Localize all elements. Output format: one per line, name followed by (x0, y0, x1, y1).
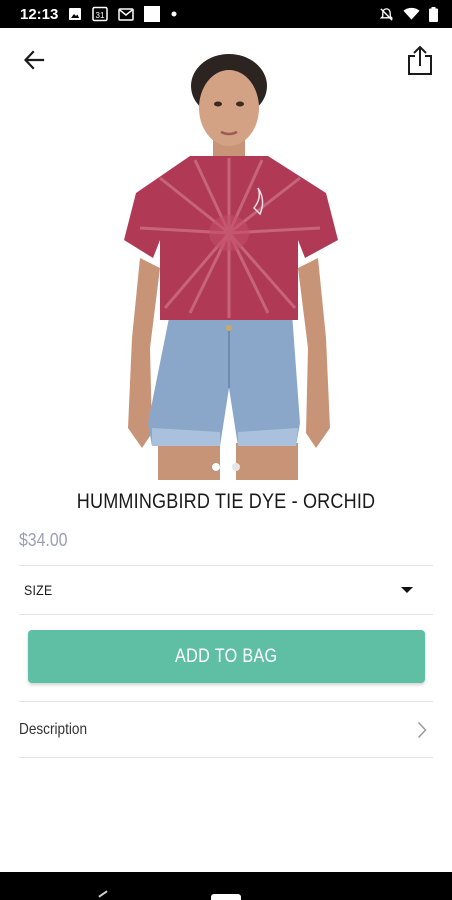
gallery-dot[interactable] (232, 463, 240, 471)
status-right (379, 6, 438, 22)
caret-down-icon (401, 587, 413, 593)
description-label: Description (19, 721, 88, 738)
calendar-31-icon: 31 (92, 6, 109, 22)
status-time: 12:13 (20, 5, 59, 23)
svg-text:31: 31 (96, 11, 105, 20)
arrow-left-icon (23, 50, 45, 70)
back-button[interactable] (16, 42, 52, 78)
chevron-right-icon (417, 721, 427, 739)
square-icon (144, 6, 161, 22)
battery-icon (429, 6, 438, 22)
size-label: SIZE (24, 582, 53, 598)
product-image-gallery[interactable] (0, 28, 452, 480)
image-icon (68, 7, 82, 21)
divider (19, 614, 433, 615)
silent-bell-icon (379, 7, 394, 22)
add-to-bag-button[interactable]: ADD TO BAG (28, 630, 425, 683)
product-title: HUMMINGBIRD TIE DYE - ORCHID (76, 490, 376, 513)
product-photo (0, 28, 452, 480)
gallery-dot[interactable] (212, 463, 220, 471)
product-price: $34.00 (19, 530, 68, 550)
description-row[interactable]: Description (19, 704, 433, 756)
wifi-icon (403, 7, 420, 21)
status-bar: 12:13 31 (0, 0, 452, 28)
gallery-dots (0, 463, 452, 471)
divider (19, 757, 433, 758)
status-left: 12:13 31 (20, 6, 178, 23)
size-selector[interactable]: SIZE (19, 566, 433, 614)
dot-icon (170, 10, 178, 18)
nav-home-pill[interactable] (211, 894, 241, 900)
gmail-icon (118, 7, 135, 21)
add-to-bag-label: ADD TO BAG (175, 645, 278, 667)
divider (19, 701, 433, 702)
share-icon (408, 45, 432, 75)
share-button[interactable] (400, 40, 440, 80)
